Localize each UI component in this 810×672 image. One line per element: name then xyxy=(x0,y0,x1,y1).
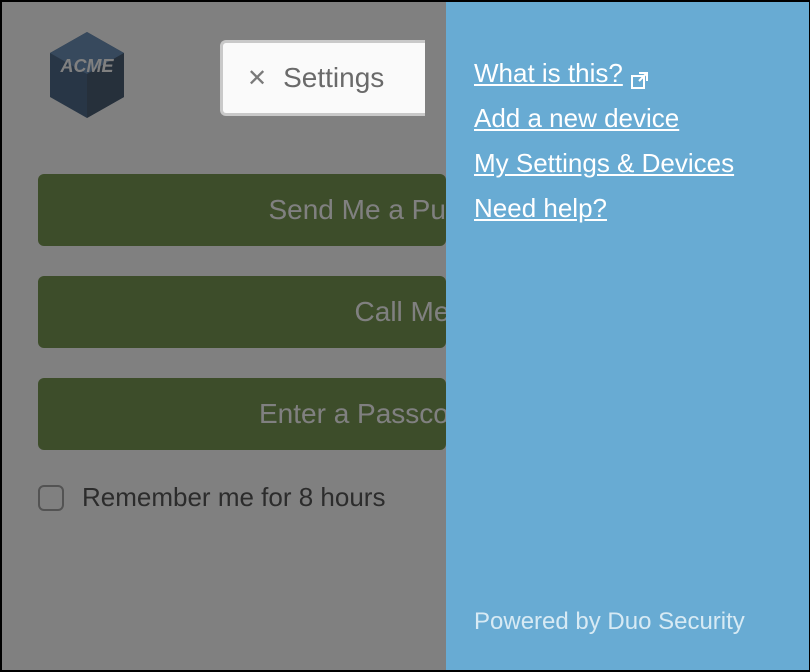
call-me-button[interactable]: Call Me xyxy=(38,276,446,348)
remember-checkbox[interactable] xyxy=(38,485,64,511)
logo-text: ACME xyxy=(60,56,115,76)
need-help-link[interactable]: Need help? xyxy=(474,193,809,224)
send-push-button[interactable]: Send Me a Push xyxy=(38,174,446,246)
add-device-link[interactable]: Add a new device xyxy=(474,103,809,134)
send-push-label: Send Me a Push xyxy=(268,194,446,226)
settings-label: Settings xyxy=(283,62,384,94)
call-me-label: Call Me xyxy=(355,296,446,328)
remember-label: Remember me for 8 hours xyxy=(82,482,385,513)
my-settings-devices-link[interactable]: My Settings & Devices xyxy=(474,148,809,179)
close-icon: ✕ xyxy=(247,64,267,93)
remember-row: Remember me for 8 hours xyxy=(38,482,385,513)
powered-by-text: Powered by Duo Security xyxy=(474,608,745,636)
settings-button[interactable]: ✕ Settings xyxy=(220,40,425,116)
enter-passcode-button[interactable]: Enter a Passcode xyxy=(38,378,446,450)
what-is-this-link[interactable]: What is this? xyxy=(474,58,649,89)
acme-logo: ACME xyxy=(46,30,128,120)
link-text: What is this? xyxy=(474,58,623,89)
enter-passcode-label: Enter a Passcode xyxy=(259,398,446,430)
external-link-icon xyxy=(631,65,649,83)
settings-side-panel: What is this? Add a new device My Settin… xyxy=(446,2,809,670)
duo-prompt-frame: ACME Send Me a Push Call Me Enter a Pass… xyxy=(0,0,810,672)
